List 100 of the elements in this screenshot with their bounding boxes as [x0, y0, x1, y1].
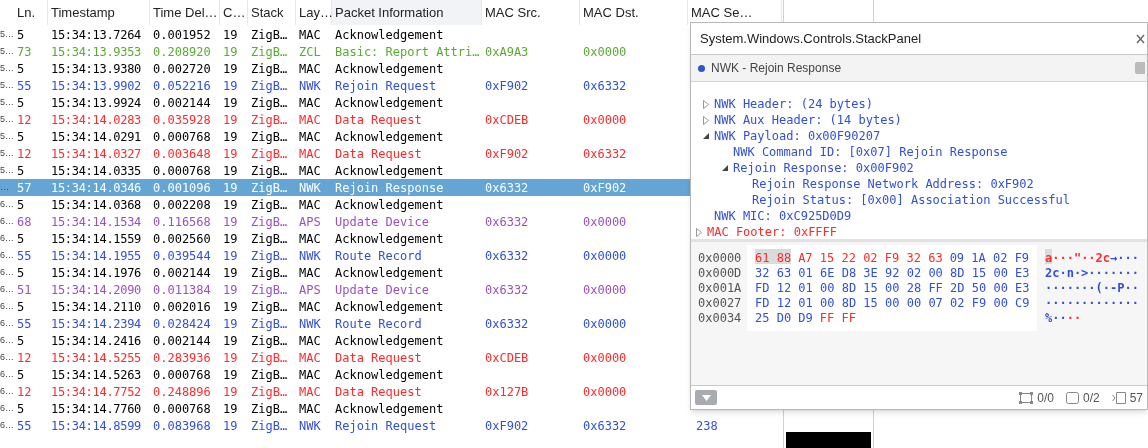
caret-down-icon[interactable] [702, 132, 710, 140]
hex-bytes[interactable]: FF FF [819, 309, 856, 324]
caret-right-icon[interactable] [702, 99, 710, 109]
column-header[interactable]: Stack [248, 0, 296, 25]
table-cell-text: NWK [298, 417, 322, 435]
ascii-text[interactable]: ·······(·-P·· [1045, 279, 1139, 294]
caret-right-icon[interactable] [695, 227, 703, 237]
table-cell-text: 5 [16, 332, 26, 350]
dropdown-button[interactable] [695, 390, 717, 405]
table-cell-text: 6… [0, 418, 14, 432]
table-cell-text: 15:34:13.9924 [50, 94, 143, 112]
table-cell-text: 0.002720 [152, 60, 212, 78]
table-cell-text: 15:34:14.0327 [50, 145, 143, 163]
hex-bytes[interactable]: 32 63 01 6E D8 3E 92 02 00 8D 15 00 E3 [755, 264, 1030, 279]
tree-item[interactable]: NWK Header: (24 bytes) [714, 95, 873, 113]
table-cell-text: ZigB… [250, 213, 289, 231]
table-cell-text: Rejoin Response [334, 179, 445, 197]
table-cell-text: APS [298, 281, 322, 299]
ascii-text[interactable]: %·· [1045, 309, 1067, 324]
table-cell-text: 5… [0, 44, 14, 58]
table-cell-text: Data Request [334, 111, 423, 129]
column-header[interactable]: Time Del… [150, 0, 220, 25]
table-cell-text: ZigB… [250, 298, 289, 316]
table-cell-text: ZigB… [250, 179, 289, 197]
tree-item[interactable]: MAC Footer: 0xFFFF [707, 223, 838, 241]
tree-item[interactable]: Rejoin Response: 0x00F902 [733, 159, 914, 177]
table-cell-text: 0.011384 [152, 281, 212, 299]
table-cell-text: ZigB… [250, 315, 289, 333]
table-cell-text: ZigB… [250, 128, 289, 146]
table-cell-text: Acknowledgement [334, 230, 445, 248]
table-cell-text: ZCL [298, 43, 322, 61]
table-row[interactable]: 6… 55 15:34:14.8599 0.083968 19 ZigB… NWK Rejoin Request 0xF902 0x6332 238 [0, 417, 783, 434]
table-cell-text: ZigB… [250, 349, 289, 367]
table-cell-text: 55 [16, 315, 33, 333]
column-header[interactable]: MAC Dst. [580, 0, 688, 25]
close-icon[interactable] [1136, 33, 1145, 44]
caret-down-icon[interactable] [721, 164, 729, 172]
table-cell-text: 12 [16, 145, 33, 163]
table-cell-text: 15:34:13.9380 [50, 60, 143, 78]
table-cell-text: 5 [16, 94, 26, 112]
table-cell-text: 15:34:13.9353 [50, 43, 143, 61]
ascii-text[interactable]: ············· [1045, 294, 1139, 309]
table-cell-text: 0.002144 [152, 94, 212, 112]
table-cell-text: Update Device [334, 213, 430, 231]
table-cell-text: 19 [222, 43, 239, 61]
table-cell-text: 15:34:13.7264 [50, 26, 143, 44]
table-cell-text: MAC [298, 60, 322, 78]
counter-label: 57 [1129, 389, 1143, 407]
hex-bytes[interactable]: FD 12 01 00 8D 15 00 00 07 02 F9 00 C9 [755, 294, 1030, 309]
table-cell-text: ZigB… [250, 196, 289, 214]
table-cell-text: ZigB… [250, 383, 289, 401]
table-cell-text: 0x0000 [582, 349, 628, 367]
tree-item[interactable]: NWK Aux Header: (14 bytes) [714, 111, 902, 129]
table-cell-text: 5… [0, 112, 14, 126]
table-cell-text: 0x6332 [582, 77, 628, 95]
hex-bytes[interactable]: FD 12 01 00 8D 15 00 28 FF 2D 50 00 E3 [755, 279, 1030, 294]
table-cell-text: 0xA9A3 [484, 43, 530, 61]
table-cell-text: 5 [16, 162, 26, 180]
table-cell-text: 0.000768 [152, 162, 212, 180]
table-cell-text: 6… [0, 248, 14, 262]
table-cell-text: ZigB… [250, 400, 289, 418]
column-header[interactable]: C… [220, 0, 248, 25]
table-cell-text: Acknowledgement [334, 60, 445, 78]
table-cell-text: Route Record [334, 315, 423, 333]
table-cell-text: 0x0000 [582, 315, 628, 333]
column-header[interactable]: MAC Src. [482, 0, 580, 25]
table-cell-text: 0x6332 [484, 247, 530, 265]
table-cell-text: ZigB… [250, 264, 289, 282]
hex-bytes[interactable]: 25 D0 D9 [755, 309, 813, 324]
table-cell-text: Acknowledgement [334, 162, 445, 180]
hex-bytes[interactable]: A7 15 22 02 F9 32 63 [798, 249, 943, 264]
table-cell-text: 15:34:14.1976 [50, 264, 143, 282]
table-cell-text: 0.002208 [152, 196, 212, 214]
table-cell-text: 15:34:14.7760 [50, 400, 143, 418]
table-cell-text: 15:34:14.0368 [50, 196, 143, 214]
table-cell-text: 19 [222, 366, 239, 384]
column-header[interactable]: Ln. [14, 0, 48, 25]
ascii-text[interactable]: →··· [1110, 249, 1139, 264]
table-cell-text: 19 [222, 281, 239, 299]
ascii-text[interactable]: ···"··2c [1052, 249, 1111, 264]
table-cell-text: 0.000768 [152, 400, 212, 418]
table-cell-text: MAC [298, 128, 322, 146]
column-header[interactable]: Timestamp [48, 0, 150, 25]
table-cell-text: 0x0000 [582, 43, 628, 61]
tree-item[interactable]: NWK MIC: 0xC925D0D9 [714, 207, 852, 225]
table-cell-text: 57 [16, 179, 33, 197]
caret-right-icon[interactable] [702, 115, 710, 125]
table-cell-text: MAC [298, 400, 322, 418]
table-cell-text: 0x0000 [582, 247, 628, 265]
table-cell-text: 15:34:14.0291 [50, 128, 143, 146]
table-cell-text: ZigB… [250, 60, 289, 78]
tree-item[interactable]: NWK Payload: 0x00F90207 [714, 127, 881, 145]
hex-bytes[interactable]: 09 1A 02 F9 [949, 249, 1030, 264]
table-cell-text: 0x0000 [582, 281, 628, 299]
tree-item[interactable]: NWK Command ID: [0x07] Rejoin Response [733, 143, 1008, 161]
column-header[interactable]: Packet Information [332, 0, 482, 25]
ascii-text[interactable]: 2c·n·>······· [1045, 264, 1139, 279]
table-cell-text: ZigB… [250, 162, 289, 180]
table-cell-text: Basic: Report Attri… [334, 43, 481, 61]
table-cell-text: 5… [0, 146, 14, 160]
